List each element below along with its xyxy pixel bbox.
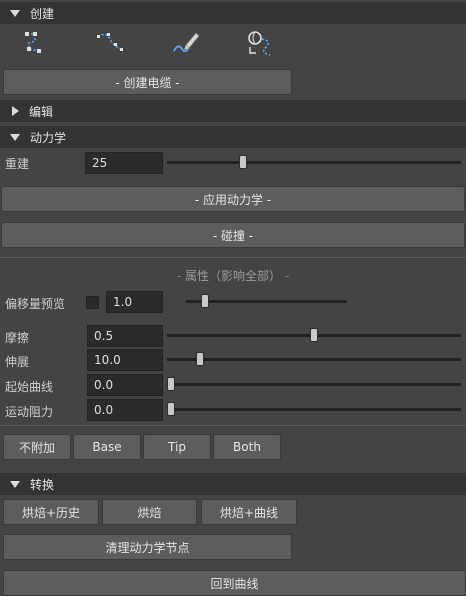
collapse-arrow-icon (12, 106, 19, 116)
section-title-convert: 转换 (30, 477, 55, 492)
offset-preview-label: 偏移量预览 (5, 297, 66, 311)
curve-cv-icon[interactable] (94, 29, 126, 57)
pencil-curve-icon[interactable] (170, 29, 202, 57)
motion-drag-slider-thumb[interactable] (167, 402, 175, 416)
properties-title: - 属性（影响全部） - (176, 269, 290, 283)
attach-tip-button[interactable]: Tip (143, 434, 211, 460)
bake-curve-button[interactable]: 烘焙+曲线 (201, 499, 297, 525)
start-curve-slider-thumb[interactable] (167, 377, 175, 391)
sphere-curve-icon[interactable] (244, 29, 276, 57)
motion-drag-slider-track[interactable] (167, 408, 461, 411)
section-title-edit: 编辑 (29, 104, 54, 119)
offset-preview-slider-track[interactable] (186, 300, 347, 303)
offset-preview-field[interactable]: 1.0 (106, 291, 163, 313)
stretch-slider-track[interactable] (167, 358, 461, 361)
rebuild-label: 重建 (5, 157, 30, 171)
offset-preview-checkbox[interactable] (86, 296, 99, 309)
motion-drag-label: 运动阻力 (5, 405, 54, 419)
create-cable-button[interactable]: - 创建电缆 - (3, 69, 292, 95)
stretch-field[interactable]: 10.0 (87, 349, 163, 371)
section-header-edit[interactable]: 编辑 (0, 100, 466, 122)
motion-drag-field[interactable]: 0.0 (87, 399, 163, 421)
stretch-label: 伸展 (5, 355, 30, 369)
start-curve-slider-track[interactable] (167, 383, 461, 386)
friction-slider-thumb[interactable] (310, 328, 318, 342)
curve-points-icon[interactable] (21, 29, 53, 57)
section-header-create[interactable]: 创建 (0, 2, 466, 24)
friction-field[interactable]: 0.5 (87, 325, 163, 347)
expand-arrow-icon (10, 480, 20, 488)
divider (0, 257, 466, 258)
rebuild-slider-track[interactable] (167, 161, 461, 164)
stretch-slider-thumb[interactable] (195, 352, 204, 366)
divider (0, 425, 466, 426)
collision-button[interactable]: - 碰撞 - (1, 222, 465, 248)
bake-history-button[interactable]: 烘焙+历史 (3, 499, 99, 525)
attach-base-button[interactable]: Base (73, 434, 141, 460)
offset-preview-slider-thumb[interactable] (201, 294, 209, 308)
rebuild-field[interactable]: 25 (85, 152, 163, 174)
apply-dynamics-button[interactable]: - 应用动力学 - (1, 186, 465, 212)
attach-both-button[interactable]: Both (213, 434, 281, 460)
rebuild-slider-thumb[interactable] (238, 155, 247, 169)
section-title-dynamics: 动力学 (30, 130, 67, 145)
start-curve-field[interactable]: 0.0 (87, 374, 163, 396)
attach-none-button[interactable]: 不附加 (3, 434, 71, 460)
expand-arrow-icon (10, 9, 20, 17)
friction-label: 摩擦 (5, 331, 30, 345)
bake-button[interactable]: 烘焙 (102, 499, 197, 525)
expand-arrow-icon (10, 133, 20, 141)
start-curve-label: 起始曲线 (5, 380, 54, 394)
section-header-dynamics[interactable]: 动力学 (0, 126, 466, 148)
back-to-curve-button[interactable]: 回到曲线 (3, 570, 466, 596)
section-title-create: 创建 (30, 6, 55, 21)
clean-dynamics-nodes-button[interactable]: 清理动力学节点 (3, 534, 292, 560)
section-header-convert[interactable]: 转换 (0, 473, 466, 495)
